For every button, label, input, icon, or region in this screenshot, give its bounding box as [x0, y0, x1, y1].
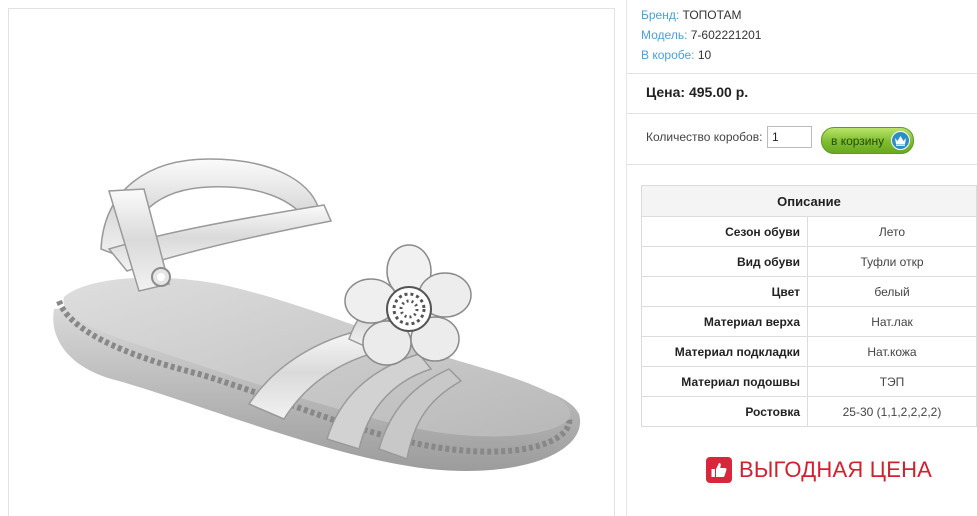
- divider: [627, 164, 977, 165]
- spec-key: Сезон обуви: [641, 216, 808, 247]
- spec-value: Лето: [807, 216, 977, 247]
- table-row: Материал верха Нат.лак: [641, 306, 977, 337]
- spec-value: Туфли откр: [807, 246, 977, 277]
- spec-key: Цвет: [641, 276, 808, 307]
- spec-key: Материал подкладки: [641, 336, 808, 367]
- model-label: Модель:: [641, 28, 688, 42]
- specs-table: Описание Сезон обуви Лето Вид обуви Туфл…: [641, 185, 977, 427]
- quantity-label: Количество коробов:: [646, 130, 763, 144]
- column-divider: [626, 0, 627, 516]
- spec-value: Нат.лак: [807, 306, 977, 337]
- sandal-illustration: [53, 158, 581, 471]
- model-value: 7-602221201: [690, 28, 762, 42]
- table-row: Материал подкладки Нат.кожа: [641, 336, 977, 367]
- product-image[interactable]: [8, 8, 615, 516]
- table-row: Сезон обуви Лето: [641, 216, 977, 247]
- promo-text: ВЫГОДНАЯ ЦЕНА: [739, 457, 933, 482]
- box-row: В коробе: 10: [641, 45, 761, 65]
- add-to-cart-label: в корзину: [831, 133, 885, 148]
- table-row: Цвет белый: [641, 276, 977, 307]
- table-row: Ростовка 25-30 (1,1,2,2,2,2): [641, 396, 977, 427]
- spec-key: Материал подошвы: [641, 366, 808, 397]
- product-info: Бренд: ТОПОТАМ Модель: 7-602221201 В кор…: [641, 5, 761, 65]
- crown-icon: [891, 131, 910, 150]
- table-row: Материал подошвы ТЭП: [641, 366, 977, 397]
- thumbs-up-icon: [706, 457, 732, 483]
- spec-value: Нат.кожа: [807, 336, 977, 367]
- quantity-input[interactable]: [767, 126, 812, 148]
- spec-value: белый: [807, 276, 977, 307]
- brand-row: Бренд: ТОПОТАМ: [641, 5, 761, 25]
- brand-label: Бренд:: [641, 8, 680, 22]
- table-row: Вид обуви Туфли откр: [641, 246, 977, 277]
- spec-key: Вид обуви: [641, 246, 808, 277]
- box-label: В коробе:: [641, 48, 695, 62]
- divider: [627, 73, 977, 74]
- spec-value: ТЭП: [807, 366, 977, 397]
- promo-banner[interactable]: ВЫГОДНАЯ ЦЕНА: [706, 457, 932, 483]
- add-to-cart-button[interactable]: в корзину: [821, 127, 914, 154]
- price: Цена: 495.00 р.: [646, 84, 749, 100]
- model-row: Модель: 7-602221201: [641, 25, 761, 45]
- specs-header: Описание: [641, 185, 977, 217]
- box-value: 10: [697, 48, 712, 62]
- spec-value: 25-30 (1,1,2,2,2,2): [807, 396, 977, 427]
- spec-key: Материал верха: [641, 306, 808, 337]
- divider: [627, 113, 977, 114]
- spec-key: Ростовка: [641, 396, 808, 427]
- brand-value: ТОПОТАМ: [682, 8, 742, 22]
